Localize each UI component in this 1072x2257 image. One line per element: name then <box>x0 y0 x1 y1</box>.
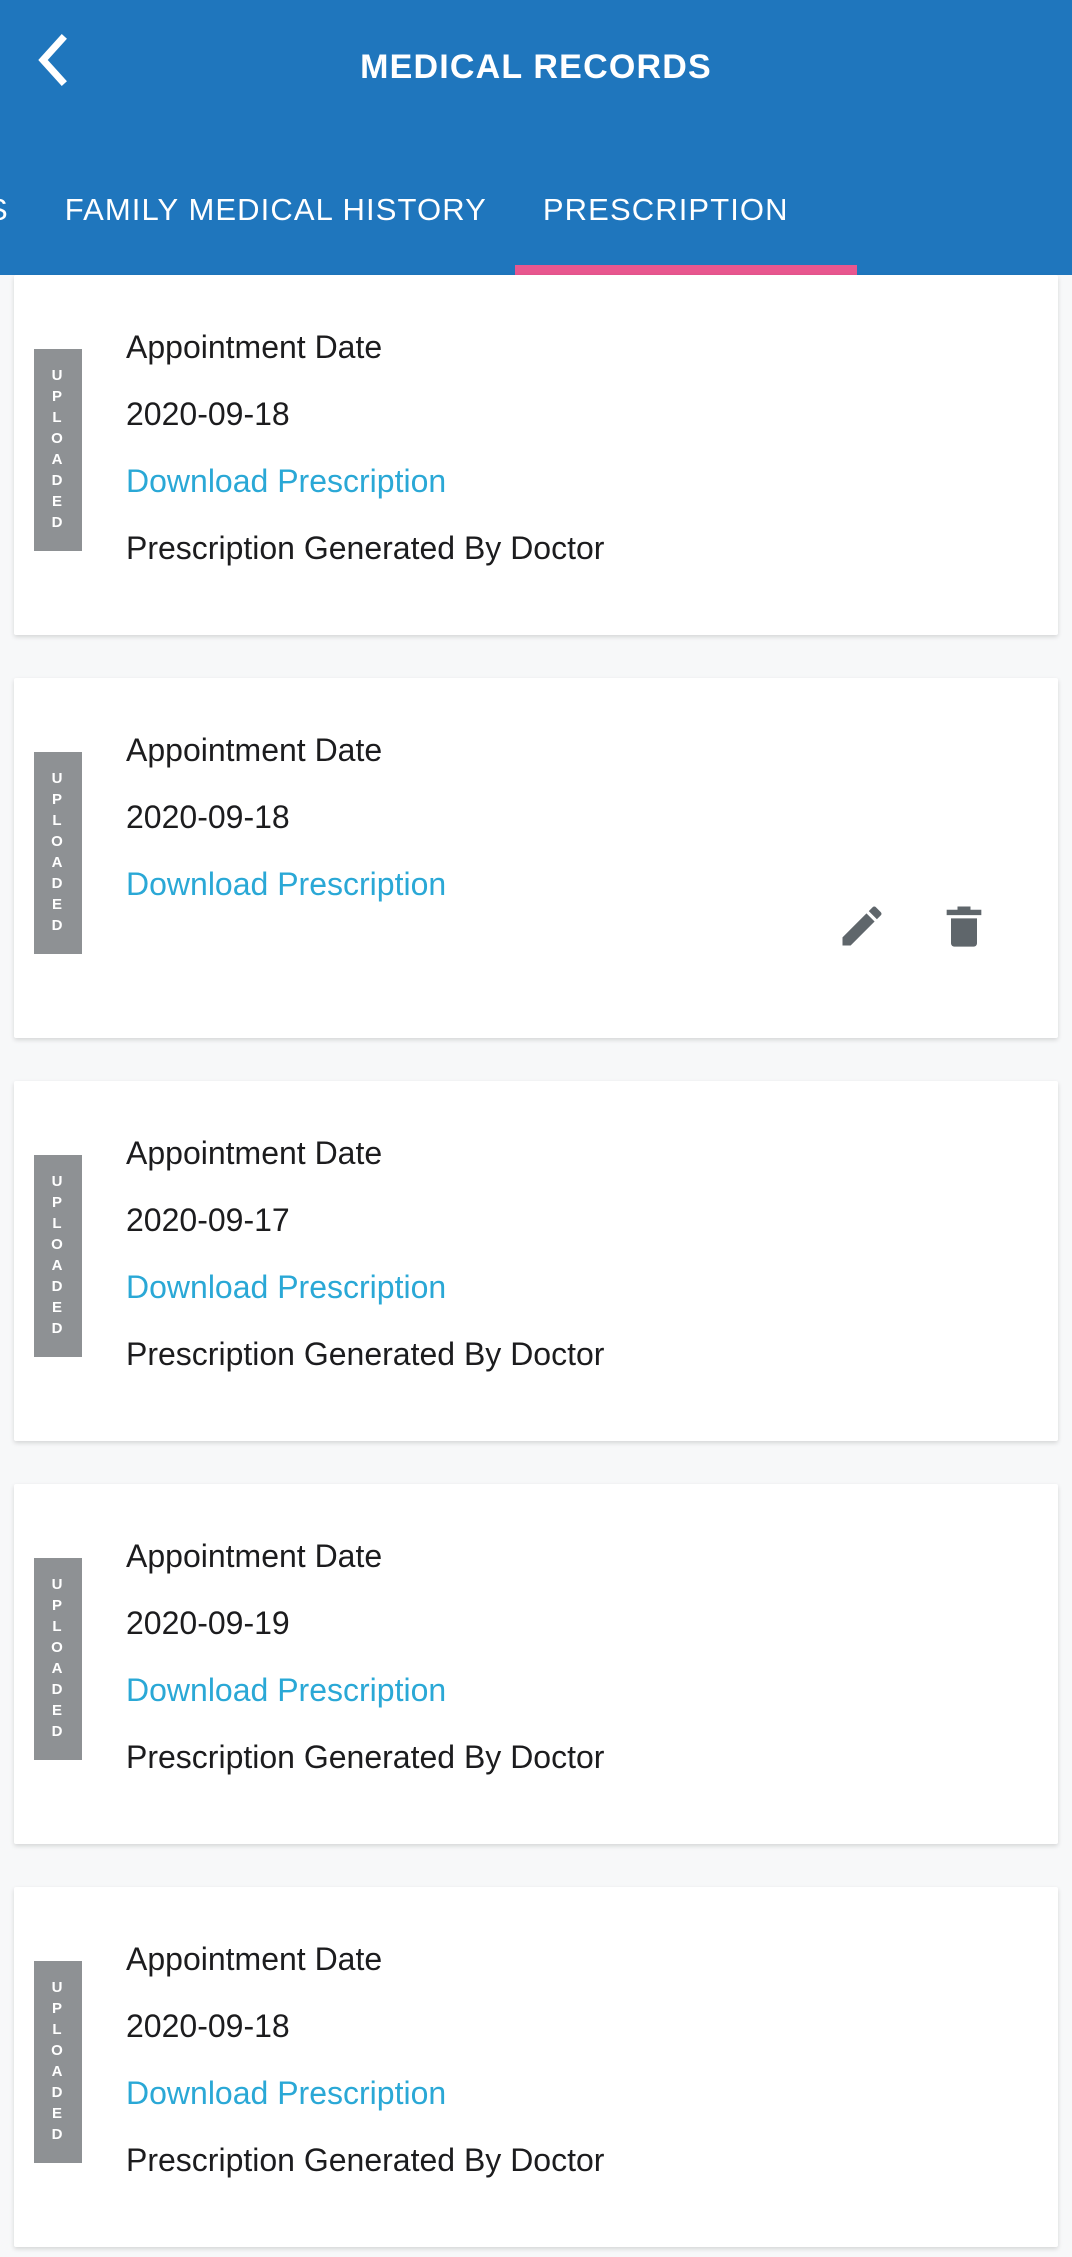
tab-reports[interactable]: RTS <box>0 145 37 275</box>
download-prescription-link[interactable]: Download Prescription <box>126 2077 446 2109</box>
medical-records-screen: MEDICAL RECORDS RTS FAMILY MEDICAL HISTO… <box>0 0 1072 2257</box>
card-content: UPLOADED Appointment Date 2020-09-18 Dow… <box>14 331 1058 564</box>
appointment-date-value: 2020-09-18 <box>126 2008 290 2044</box>
page-title: MEDICAL RECORDS <box>360 48 712 86</box>
card-body: Appointment Date 2020-09-18 Download Pre… <box>82 331 1058 564</box>
card-content: UPLOADED Appointment Date 2020-09-19 Dow… <box>14 1540 1058 1773</box>
edit-button[interactable] <box>834 898 890 954</box>
card-content: UPLOADED Appointment Date 2020-09-17 Dow… <box>14 1137 1058 1370</box>
card-actions <box>834 898 992 954</box>
appointment-date-label: Appointment Date <box>126 1135 383 1171</box>
prescription-card[interactable]: UPLOADED Appointment Date 2020-09-18 Dow… <box>14 678 1058 1038</box>
prescription-source-note: Prescription Generated By Doctor <box>126 1336 605 1372</box>
tab-strip[interactable]: RTS FAMILY MEDICAL HISTORY PRESCRIPTION <box>0 145 1072 275</box>
appointment-date-label: Appointment Date <box>126 1538 383 1574</box>
download-prescription-link[interactable]: Download Prescription <box>126 1674 446 1706</box>
prescription-list: UPLOADED Appointment Date 2020-09-18 Dow… <box>0 275 1072 2257</box>
status-badge: UPLOADED <box>34 1155 82 1357</box>
tab-family-medical-history[interactable]: FAMILY MEDICAL HISTORY <box>37 145 515 275</box>
prescription-source-note: Prescription Generated By Doctor <box>126 1739 605 1775</box>
appointment-date-label: Appointment Date <box>126 329 383 365</box>
card-content: UPLOADED Appointment Date 2020-09-18 Dow… <box>14 734 1058 954</box>
status-badge: UPLOADED <box>34 752 82 954</box>
tab-reports-label: RTS <box>0 192 9 228</box>
trash-delete-icon <box>938 900 990 952</box>
card-body: Appointment Date 2020-09-19 Download Pre… <box>82 1540 1058 1773</box>
prescription-card[interactable]: UPLOADED Appointment Date 2020-09-19 Dow… <box>14 1484 1058 1844</box>
appointment-date-label: Appointment Date <box>126 1941 383 1977</box>
download-prescription-link[interactable]: Download Prescription <box>126 868 446 900</box>
card-body: Appointment Date 2020-09-18 Download Pre… <box>82 1943 1058 2176</box>
download-prescription-link[interactable]: Download Prescription <box>126 1271 446 1303</box>
app-bar: MEDICAL RECORDS RTS FAMILY MEDICAL HISTO… <box>0 0 1072 275</box>
card-body: Appointment Date 2020-09-17 Download Pre… <box>82 1137 1058 1370</box>
status-badge: UPLOADED <box>34 1558 82 1760</box>
tab-prescription[interactable]: PRESCRIPTION <box>514 145 857 275</box>
appointment-date-label: Appointment Date <box>126 732 383 768</box>
tab-prescription-label: PRESCRIPTION <box>542 192 789 227</box>
prescription-card[interactable]: UPLOADED Appointment Date 2020-09-18 Dow… <box>14 1887 1058 2247</box>
status-badge: UPLOADED <box>34 1961 82 2163</box>
app-bar-top-row: MEDICAL RECORDS <box>0 0 1072 145</box>
download-prescription-link[interactable]: Download Prescription <box>126 465 446 497</box>
tab-family-medical-history-label: FAMILY MEDICAL HISTORY <box>64 192 487 227</box>
delete-button[interactable] <box>936 898 992 954</box>
prescription-source-note: Prescription Generated By Doctor <box>126 530 605 566</box>
appointment-date-value: 2020-09-18 <box>126 799 290 835</box>
prescription-card[interactable]: UPLOADED Appointment Date 2020-09-17 Dow… <box>14 1081 1058 1441</box>
status-badge: UPLOADED <box>34 349 82 551</box>
card-content: UPLOADED Appointment Date 2020-09-18 Dow… <box>14 1943 1058 2176</box>
appointment-date-value: 2020-09-17 <box>126 1202 290 1238</box>
prescription-source-note: Prescription Generated By Doctor <box>126 2142 605 2178</box>
appointment-date-value: 2020-09-18 <box>126 396 290 432</box>
prescription-card[interactable]: UPLOADED Appointment Date 2020-09-18 Dow… <box>14 275 1058 635</box>
pencil-edit-icon <box>836 900 888 952</box>
appointment-date-value: 2020-09-19 <box>126 1605 290 1641</box>
